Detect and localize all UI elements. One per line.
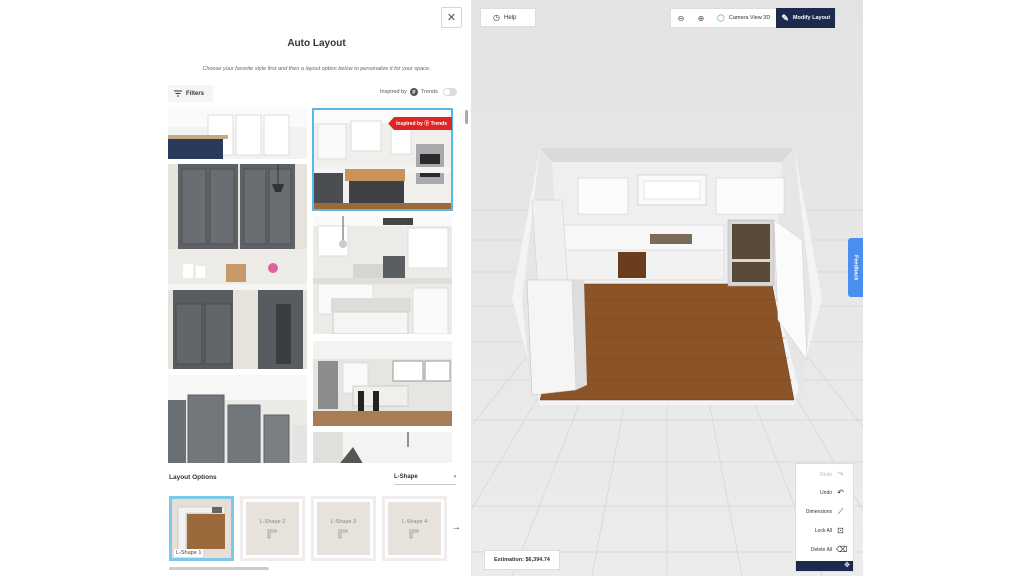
filters-button[interactable]: Filters (168, 85, 213, 102)
layout-thumb-2[interactable]: L-Shape 2 (240, 496, 305, 561)
layout-shape-select[interactable]: L-Shape › (394, 474, 456, 485)
layout-options-label: Layout Options (169, 474, 217, 481)
app-root: ✕ Auto Layout Choose your favorite style… (0, 0, 1024, 576)
estimation-total: Estimation: $6,394.74 (484, 550, 560, 570)
filters-label: Filters (186, 90, 205, 97)
style-photo[interactable] (168, 164, 307, 369)
layout-thumb-label: L-Shape 4 (401, 519, 428, 525)
style-photo[interactable] (313, 432, 452, 463)
chevron-right-icon: › (454, 474, 456, 480)
layout-options-section: Layout Options L-Shape › L-Shape 1 L-Sha… (161, 463, 471, 576)
kitchen-3d-model (512, 148, 822, 405)
trends-toggle[interactable] (442, 88, 457, 96)
layout-thumb-3[interactable]: L-Shape 3 (311, 496, 376, 561)
delete-all-button[interactable]: Delete All ⌫ (810, 545, 848, 554)
auto-layout-panel: ✕ Auto Layout Choose your favorite style… (161, 0, 472, 576)
filter-icon (174, 90, 182, 97)
undo-button[interactable]: Undo ↶ (820, 488, 845, 497)
inspired-by-toggle-row: Inspired by p Trends (380, 88, 457, 96)
dimensions-button[interactable]: Dimensions ⟋ (806, 507, 845, 516)
inspired-badge: Inspired by ⓟ Trends (388, 117, 452, 130)
layout-thumb-label: L-Shape 2 (259, 519, 286, 525)
cube-icon: ⬡ (717, 12, 725, 23)
trends-label: Trends (420, 89, 438, 95)
layout-shape-value: L-Shape (394, 474, 418, 480)
redo-icon: ↷ (837, 470, 844, 479)
pinterest-icon: p (409, 88, 418, 96)
lock-icon: ⊡ (837, 526, 844, 535)
dimensions-label: Dimensions (805, 508, 832, 515)
redo-label: Redo (820, 471, 832, 478)
gallery-scrollbar[interactable] (465, 110, 468, 124)
view-toolbar: ⊖ ⊕ ⬡ Camera View 3D ✎ Modify Layout (670, 8, 837, 28)
style-photo[interactable] (313, 216, 452, 334)
style-photo[interactable] (313, 341, 452, 426)
layout-thumb-4[interactable]: L-Shape 4 (382, 496, 447, 561)
zoom-out-icon[interactable]: ⊖ (671, 9, 691, 27)
l-shape-icon (267, 529, 277, 539)
undo-icon: ↶ (837, 488, 844, 497)
modify-layout-button[interactable]: ✎ Modify Layout (776, 8, 836, 28)
l-shape-icon (338, 529, 348, 539)
next-layouts-arrow-icon[interactable]: → (451, 522, 461, 533)
style-photo[interactable] (168, 107, 307, 159)
undo-label: Undo (820, 489, 832, 496)
camera-view-3d-button[interactable]: ⬡ Camera View 3D (711, 9, 776, 27)
modify-layout-label: Modify Layout (792, 15, 831, 21)
lock-all-label: Lock All (814, 527, 832, 534)
camera-view-label: Camera View 3D (728, 15, 771, 21)
layout-thumb-label: L-Shape 1 (174, 549, 204, 557)
layout-thumb-1[interactable]: L-Shape 1 (169, 496, 234, 561)
lock-all-button[interactable]: Lock All ⊡ (815, 526, 845, 535)
zoom-in-icon[interactable]: ⊕ (691, 9, 711, 27)
layout-thumb-label: L-Shape 3 (330, 519, 357, 525)
close-button[interactable]: ✕ (441, 7, 462, 28)
l-shape-icon (409, 529, 419, 539)
clock-icon: ◷ (493, 13, 500, 22)
help-label: Help (503, 14, 517, 21)
move-icon: ✥ (844, 562, 850, 569)
trash-icon: ⌫ (836, 545, 848, 554)
style-photo[interactable] (168, 375, 307, 463)
redo-button[interactable]: Redo ↷ (820, 470, 845, 479)
close-icon: ✕ (446, 12, 457, 24)
delete-all-label: Delete All (810, 546, 832, 553)
style-photo-selected[interactable]: Inspired by ⓟ Trends (312, 108, 453, 211)
tools-panel: Redo ↷ Undo ↶ Dimensions ⟋ Lock All ⊡ De… (795, 463, 854, 572)
feedback-tab[interactable]: Feedback (848, 238, 863, 297)
ruler-icon: ⟋ (837, 507, 844, 516)
help-button[interactable]: ◷ Help (480, 8, 536, 27)
move-handle[interactable]: ✥ (796, 561, 853, 571)
layouts-scrollbar[interactable] (169, 567, 269, 570)
style-gallery[interactable]: Inspired by ⓟ Trends (168, 107, 458, 463)
panel-subtitle: Choose your favorite style first and the… (202, 66, 431, 72)
inspired-label: Inspired by (380, 89, 407, 95)
panel-title: Auto Layout (287, 38, 346, 49)
edit-layout-icon: ✎ (781, 12, 789, 23)
